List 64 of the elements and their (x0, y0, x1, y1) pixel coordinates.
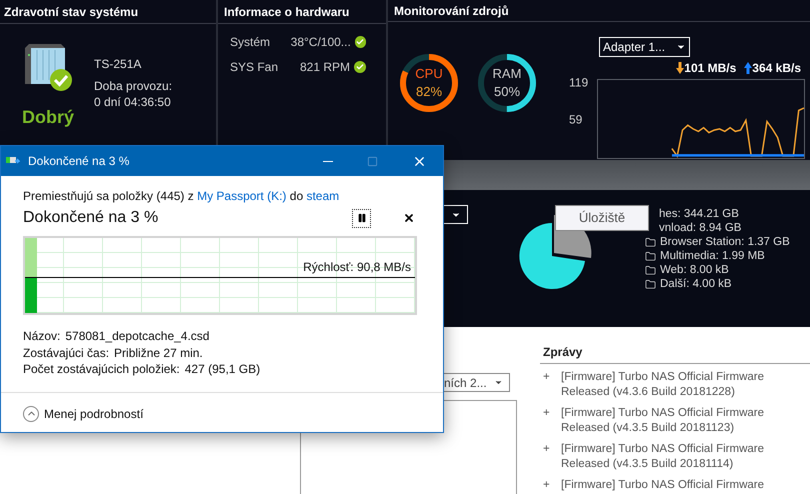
folder-usage: Další: 4.00 kB (660, 277, 732, 291)
expand-marker[interactable]: + (540, 478, 561, 493)
minimize-icon (322, 160, 332, 162)
folder-usage: hes: 344.21 GB (659, 207, 739, 221)
panel-title: Monitorování zdrojů (394, 2, 509, 20)
health-status: Dobrý (22, 106, 74, 129)
device-model: TS-251A (94, 56, 142, 72)
folder-icon (645, 278, 656, 290)
caret-icon (494, 378, 503, 387)
folder-usage: Multimedia: 1.99 MB (660, 249, 765, 263)
upload-speed: 364 kB/s (752, 60, 801, 77)
details-toggle[interactable]: Menej podrobností (23, 404, 443, 422)
news-item[interactable]: [Firmware] Turbo NAS Official Firmware (561, 478, 776, 493)
folder-icon (645, 250, 656, 262)
detail-label: Názov: (23, 328, 60, 344)
adapter-dropdown[interactable]: Adapter 1... (599, 37, 690, 57)
expand-marker[interactable]: + (540, 370, 561, 400)
panel-title: Informace o hardwaru (224, 4, 350, 20)
arrow-up-icon (744, 62, 752, 74)
news-title: Zprávy (542, 344, 584, 361)
cancel-icon (403, 212, 415, 224)
news-item[interactable]: [Firmware] Turbo NAS Official Firmware Released (v4.3.5 Build 20181114) (561, 442, 776, 472)
detail-value: 427 (95,1 GB) (184, 361, 260, 378)
sensor-name: Systém (230, 34, 272, 51)
folder-usage: Browser Station: 1.37 GB (660, 235, 790, 249)
uptime-value: 0 dní 04:36:50 (94, 94, 172, 110)
folder-usage: Web: 8.00 kB (660, 263, 729, 277)
meter-name: RAM (492, 65, 522, 83)
detail-value: Približne 27 min. (114, 344, 203, 361)
meter-name: CPU (415, 65, 443, 83)
transfer-description: Premiestňujú sa položky (445) z My Passport (K:) do steam (23, 188, 340, 204)
copy-window-icon (6, 156, 20, 166)
sensor-name: SYS Fan (230, 59, 280, 76)
folder-icon (645, 264, 656, 276)
folder-usage: vnload: 8.94 GB (659, 221, 742, 235)
nas-device-icon (23, 44, 73, 92)
storage-tooltip: Úložiště (555, 205, 649, 231)
sensor-value: 821 RPM (298, 59, 350, 76)
graph-scale-label: 119 (569, 76, 588, 90)
meter-reading: 82% (416, 83, 442, 101)
uptime-label: Doba provozu: (94, 78, 172, 94)
chevron-up-icon (23, 406, 39, 422)
news-item[interactable]: [Firmware] Turbo NAS Official Firmware Released (v4.3.6 Build 20181228) (561, 370, 776, 400)
download-speed: 101 MB/s (684, 60, 736, 77)
folder-icon (645, 236, 656, 248)
panel-title: Zdravotní stav systému (4, 4, 138, 20)
detail-label: Počet zostávajúcich položiek: (23, 361, 180, 378)
expand-marker[interactable]: + (540, 406, 561, 436)
sensor-value: 38°C/100... (290, 34, 351, 51)
maximize-icon (367, 156, 378, 166)
graph-scale-label: 59 (569, 112, 582, 127)
meter-reading: 50% (494, 83, 520, 101)
expand-marker[interactable]: + (540, 442, 561, 472)
pause-button[interactable] (352, 208, 371, 228)
detail-value: 578081_depotcache_4.csd (65, 328, 210, 344)
speed-label: Rýchlosť: 90,8 MB/s (303, 260, 411, 274)
arrow-down-icon (676, 62, 684, 74)
window-title: Dokončené na 3 % (28, 153, 130, 170)
detail-label: Zostávajúci čas: (23, 344, 110, 361)
progress-heading: Dokončené na 3 % (23, 208, 160, 228)
news-item[interactable]: [Firmware] Turbo NAS Official Firmware Released (v4.3.5 Build 20181123) (561, 406, 776, 436)
location-link[interactable]: My Passport (K:) (197, 189, 286, 203)
location-link[interactable]: steam (306, 189, 340, 203)
pause-icon (356, 213, 366, 223)
